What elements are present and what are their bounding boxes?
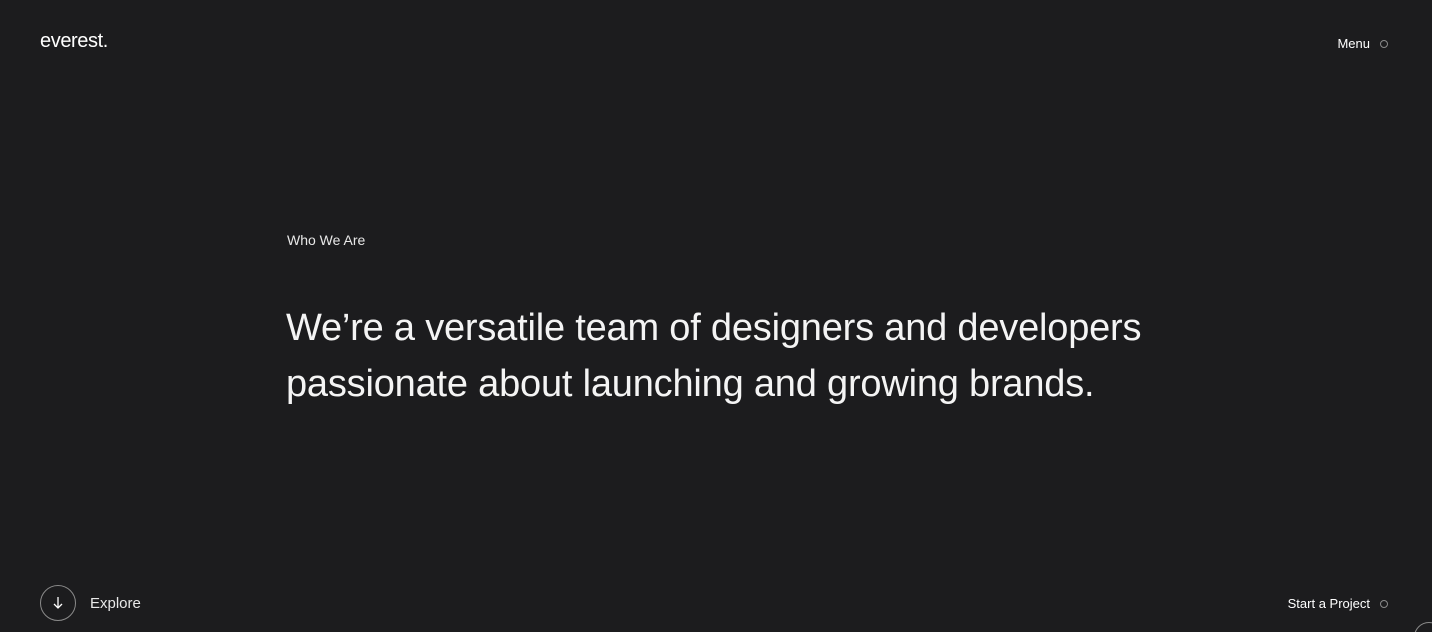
menu-button[interactable]: Menu	[1337, 36, 1388, 51]
circle-icon	[1380, 599, 1388, 608]
start-project-button[interactable]: Start a Project	[1288, 596, 1388, 611]
arrow-down-icon	[40, 585, 76, 621]
page: everest. Menu Who We Are We’re a versati…	[0, 0, 1432, 632]
circle-icon	[1380, 39, 1388, 48]
start-project-label: Start a Project	[1287, 596, 1370, 611]
hero-headline: We’re a versatile team of designers and …	[286, 300, 1186, 412]
logo[interactable]: everest.	[40, 30, 108, 53]
menu-label: Menu	[1337, 36, 1370, 51]
explore-button[interactable]: Explore	[40, 585, 141, 621]
section-eyebrow: Who We Are	[287, 232, 366, 248]
headline-line-1: We’re a versatile team of designers and …	[286, 307, 1142, 349]
explore-label: Explore	[90, 594, 141, 612]
headline-line-2: passionate about launching and growing b…	[286, 363, 1095, 405]
cursor-circle-icon	[1414, 622, 1432, 632]
